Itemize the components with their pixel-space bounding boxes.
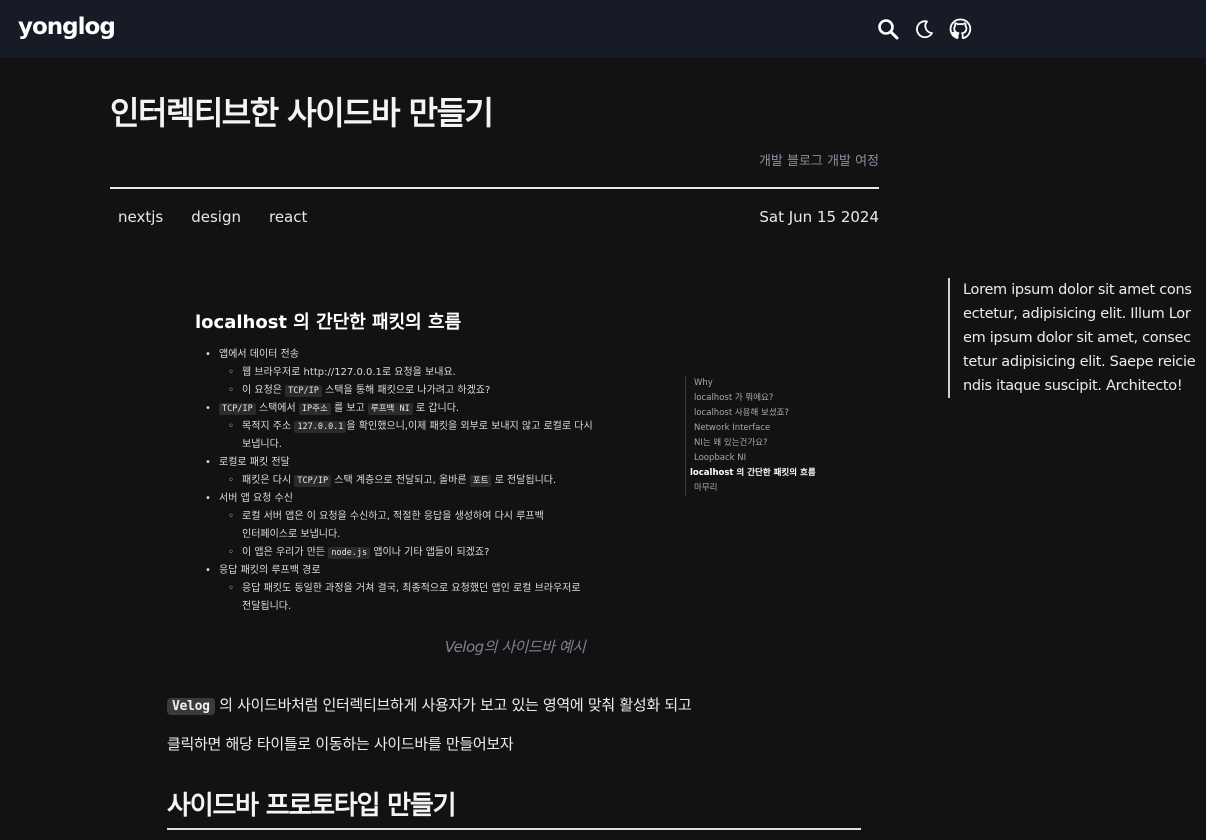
tag-list: nextjs design react xyxy=(118,208,307,226)
list-item: 응답 패킷의 루프백 경로 xyxy=(190,562,660,580)
tag-react[interactable]: react xyxy=(269,208,307,226)
toc-item-active: localhost 의 간단한 패킷의 흐름 xyxy=(690,468,816,478)
list-item: 로컬로 패킷 전달 xyxy=(190,454,660,472)
list-item: 패킷은 다시 TCP/IP 스택 계층으로 전달되고, 올바른 포트 로 전달됩… xyxy=(190,472,660,490)
list-item: 목적지 주소 127.0.0.1을 확인했으니,이제 패킷을 외부로 보내지 않… xyxy=(190,418,660,436)
moon-icon[interactable] xyxy=(912,17,936,41)
velog-sidebar-example-image: localhost 의 간단한 패킷의 흐름 앱에서 데이터 전송 웹 브라우저… xyxy=(190,300,840,630)
list-item-continuation: 전달됩니다. xyxy=(242,601,292,612)
list-item: TCP/IP 스택에서 IP주소 를 보고 루프백 NI 로 갑니다. xyxy=(190,400,660,418)
top-navbar: yonglog xyxy=(0,0,1206,58)
body-paragraph: 클릭하면 해당 타이틀로 이동하는 사이드바를 만들어보자 xyxy=(167,735,514,753)
body-paragraph: Velog 의 사이드바처럼 인터렉티브하게 사용자가 보고 있는 영역에 맞춰… xyxy=(167,694,692,715)
example-packet-list: 앱에서 데이터 전송 웹 브라우저로 http://127.0.0.1로 요청을… xyxy=(190,346,660,616)
toc-item: 마무리 xyxy=(694,483,718,493)
section-divider xyxy=(167,828,861,830)
title-divider xyxy=(110,187,879,189)
series-link[interactable]: 개발 블로그 개발 여정 xyxy=(600,150,879,169)
list-item: 이 요청은 TCP/IP 스택을 통해 패킷으로 나가려고 하겠죠? xyxy=(190,382,660,400)
post-date: Sat Jun 15 2024 xyxy=(759,208,879,226)
list-item: 앱에서 데이터 전송 xyxy=(190,346,660,364)
github-icon[interactable] xyxy=(948,17,972,41)
list-item-continuation: 인터페이스로 보냅니다. xyxy=(242,529,341,540)
post-title: 인터렉티브한 사이드바 만들기 xyxy=(110,94,494,132)
search-icon[interactable] xyxy=(876,17,900,41)
list-item: 응답 패킷도 동일한 과정을 거쳐 결국, 최종적으로 요청했던 앱인 로컬 브… xyxy=(190,580,660,598)
list-item: 이 앱은 우리가 만든 node.js 앱이나 기타 앱들이 되겠죠? xyxy=(190,544,660,562)
toc-item: Network Interface xyxy=(694,423,771,433)
toc-item: NI는 왜 있는건가요? xyxy=(694,438,768,448)
example-toc: Why localhost 가 뭐에요? localhost 사용해 보셨죠? … xyxy=(685,376,816,496)
inline-code: Velog xyxy=(167,698,215,715)
sidebar-toc[interactable]: Lorem ipsum dolor sit amet consectetur, … xyxy=(948,278,1196,398)
header-actions xyxy=(876,17,972,41)
example-heading: localhost 의 간단한 패킷의 흐름 xyxy=(195,312,462,333)
tag-design[interactable]: design xyxy=(191,208,241,226)
section-heading: 사이드바 프로토타입 만들기 xyxy=(167,791,457,821)
toc-item: Loopback NI xyxy=(694,453,747,463)
toc-item: localhost 가 뭐에요? xyxy=(694,393,774,403)
list-item: 웹 브라우저로 http://127.0.0.1로 요청을 보내요. xyxy=(190,364,660,382)
image-caption: Velog의 사이드바 예시 xyxy=(444,638,586,656)
site-logo[interactable]: yonglog xyxy=(18,14,116,40)
toc-item: localhost 사용해 보셨죠? xyxy=(694,408,789,418)
list-item-continuation: 보냅니다. xyxy=(242,439,282,450)
list-item: 서버 앱 요청 수신 xyxy=(190,490,660,508)
toc-item: Why xyxy=(694,378,713,388)
tag-nextjs[interactable]: nextjs xyxy=(118,208,163,226)
list-item: 로컬 서버 앱은 이 요청을 수신하고, 적절한 응답을 생성하여 다시 루프백 xyxy=(190,508,660,526)
